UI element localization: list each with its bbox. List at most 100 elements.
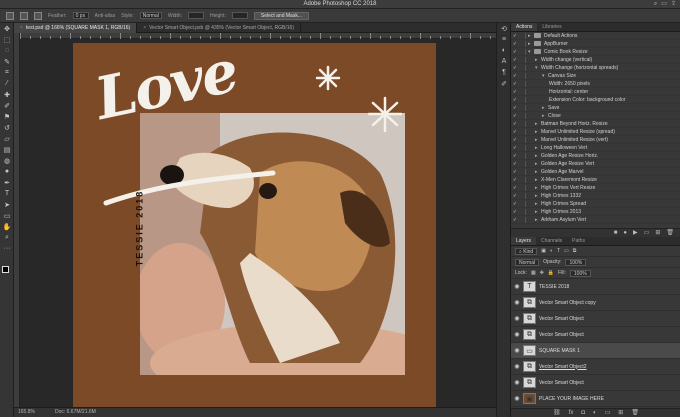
check-icon[interactable]: ✓: [511, 57, 519, 63]
layer-thumbnail[interactable]: ⧉: [523, 377, 536, 388]
blend-mode-select[interactable]: Normal: [515, 258, 540, 266]
dialog-toggle[interactable]: [519, 176, 526, 183]
action-row[interactable]: ✓ ▸ High Crimes Spread: [511, 200, 680, 208]
filter-adjustment-icon[interactable]: ◐: [550, 248, 553, 254]
action-row[interactable]: ✓ Horizontal: center: [511, 88, 680, 96]
check-icon[interactable]: ✓: [511, 33, 519, 39]
trash-icon[interactable]: 🗑: [631, 409, 639, 417]
action-row[interactable]: ✓ ▸ X-Men Claremont Resize: [511, 176, 680, 184]
check-icon[interactable]: ✓: [511, 153, 519, 159]
layer-name[interactable]: Vector Smart Object2: [539, 364, 587, 370]
action-row[interactable]: ✓ ▸ Close: [511, 112, 680, 120]
folder-icon[interactable]: ▭: [605, 409, 611, 417]
marquee-tool-icon[interactable]: [6, 11, 14, 20]
action-row[interactable]: ✓ ▸ High Crimes 1332: [511, 192, 680, 200]
action-row[interactable]: ✓ ▸ High Crimes 2013: [511, 208, 680, 216]
foreground-color-swatch[interactable]: [2, 266, 9, 273]
dialog-toggle[interactable]: [519, 152, 526, 159]
brush-tool-icon[interactable]: ✐: [0, 100, 14, 111]
doc-size[interactable]: Doc: 6.67M/21.6M: [55, 408, 96, 417]
link-icon[interactable]: ⛓: [553, 409, 561, 417]
dodge-tool-icon[interactable]: ●: [0, 166, 14, 177]
tab-layers[interactable]: Layers: [511, 237, 537, 245]
layer-row[interactable]: ◉ ▣ PLACE YOUR IMAGE HERE: [511, 391, 680, 407]
marquee-tool-icon[interactable]: ⬚: [0, 34, 14, 45]
type-tool-icon[interactable]: T: [0, 188, 14, 199]
dialog-toggle[interactable]: [519, 128, 526, 135]
gradient-tool-icon[interactable]: ▤: [0, 144, 14, 155]
visibility-eye-icon[interactable]: ◉: [511, 283, 523, 290]
path-select-icon[interactable]: ➤: [0, 199, 14, 210]
dialog-toggle[interactable]: [519, 112, 526, 119]
dialog-toggle[interactable]: [519, 88, 526, 95]
dialog-toggle[interactable]: [519, 72, 526, 79]
visibility-eye-icon[interactable]: ◉: [511, 347, 523, 354]
action-row[interactable]: ✓ ▸ Batman Beyond Horiz. Resize: [511, 120, 680, 128]
layer-row[interactable]: ◉ T TESSIE 2018: [511, 279, 680, 295]
artboard[interactable]: Love TESSIE 2018: [73, 39, 436, 407]
action-row[interactable]: ✓ ▸ AppBurner: [511, 40, 680, 48]
layer-thumbnail[interactable]: T: [523, 281, 536, 292]
layer-thumbnail[interactable]: ⧉: [523, 313, 536, 324]
check-icon[interactable]: ✓: [511, 105, 519, 111]
check-icon[interactable]: ✓: [511, 41, 519, 47]
quick-select-icon[interactable]: ✎: [0, 56, 14, 67]
shape-tool-icon[interactable]: ▭: [0, 210, 14, 221]
layer-row[interactable]: ◉ ⧉ Vector Smart Object: [511, 311, 680, 327]
check-icon[interactable]: ✓: [511, 177, 519, 183]
dialog-toggle[interactable]: [519, 104, 526, 111]
search-icon[interactable]: ⌕: [654, 1, 657, 8]
layer-row[interactable]: ◉ ▭ SQUARE MASK 1: [511, 343, 680, 359]
check-icon[interactable]: ✓: [511, 73, 519, 79]
action-row[interactable]: ✓ ▸ Arkham Asylum Vert: [511, 216, 680, 224]
check-icon[interactable]: ✓: [511, 145, 519, 151]
feather-input[interactable]: 0 px: [72, 12, 89, 19]
close-icon[interactable]: ×: [143, 25, 146, 31]
action-row[interactable]: ✓ ▸ Marvel Unlimited Resize (vert): [511, 136, 680, 144]
check-icon[interactable]: ✓: [511, 201, 519, 207]
hand-tool-icon[interactable]: ✋: [0, 221, 14, 232]
check-icon[interactable]: ✓: [511, 121, 519, 127]
close-icon[interactable]: ×: [20, 25, 23, 31]
adjustments-panel-icon[interactable]: ◐: [497, 45, 511, 56]
layer-name[interactable]: Vector Smart Object: [539, 380, 584, 386]
tessie-vertical-text[interactable]: TESSIE 2018: [134, 190, 144, 267]
layer-name[interactable]: SQUARE MASK 1: [539, 348, 580, 354]
check-icon[interactable]: ✓: [511, 217, 519, 223]
brush-panel-icon[interactable]: ✐: [497, 78, 511, 89]
action-row[interactable]: ✓ ▾ Comic Book Resize: [511, 48, 680, 56]
tab-test-psd[interactable]: × test.psd @ 166% (SQUARE MASK 1, RGB/16): [14, 23, 138, 33]
check-icon[interactable]: ✓: [511, 89, 519, 95]
fill-input[interactable]: 100%: [569, 269, 591, 277]
check-icon[interactable]: ✓: [511, 137, 519, 143]
layer-thumbnail[interactable]: ▣: [523, 393, 536, 404]
dialog-toggle[interactable]: [519, 80, 526, 87]
kind-filter-select[interactable]: ⌕ Kind: [515, 247, 538, 255]
character-panel-icon[interactable]: A: [497, 56, 511, 67]
share-icon[interactable]: ⇪: [671, 1, 676, 8]
height-input[interactable]: [231, 12, 248, 19]
lasso-tool-icon[interactable]: ◌: [0, 45, 14, 56]
check-icon[interactable]: ✓: [511, 81, 519, 87]
history-panel-icon[interactable]: ⟲: [497, 23, 511, 34]
new-set-icon[interactable]: ▭: [644, 229, 650, 237]
zoom-tool-icon[interactable]: ⌕: [0, 232, 14, 243]
antialias-checkbox[interactable]: Anti-alias: [95, 13, 116, 19]
visibility-eye-icon[interactable]: ◉: [511, 379, 523, 386]
fx-icon[interactable]: fx: [569, 409, 574, 417]
check-icon[interactable]: ✓: [511, 193, 519, 199]
tab-libraries[interactable]: Libraries: [537, 23, 566, 31]
dialog-toggle[interactable]: [519, 32, 526, 39]
check-icon[interactable]: ✓: [511, 113, 519, 119]
action-row[interactable]: ✓ ▾ Canvas Size: [511, 72, 680, 80]
dialog-toggle[interactable]: [519, 56, 526, 63]
action-row[interactable]: ✓ ▸ Golden Age Resize Vert: [511, 160, 680, 168]
check-icon[interactable]: ✓: [511, 49, 519, 55]
dialog-toggle[interactable]: [519, 200, 526, 207]
dialog-toggle[interactable]: [519, 136, 526, 143]
tab-actions[interactable]: Actions: [511, 23, 538, 31]
stop-icon[interactable]: ■: [614, 229, 618, 237]
paragraph-panel-icon[interactable]: ¶: [497, 67, 511, 78]
layer-thumbnail[interactable]: ⧉: [523, 361, 536, 372]
action-row[interactable]: ✓ ▸ Long Halloween Vert: [511, 144, 680, 152]
